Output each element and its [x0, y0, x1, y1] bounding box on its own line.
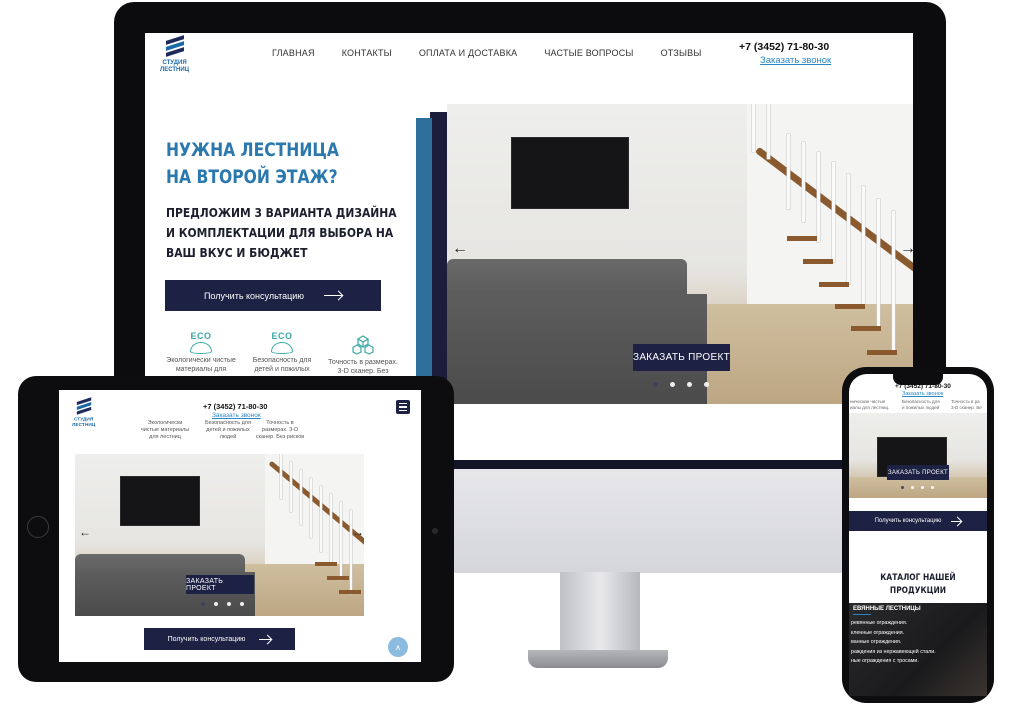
nav-home[interactable]: ГЛАВНАЯ — [272, 48, 315, 58]
feature-text: Безопасность для детей и пожилых — [252, 357, 312, 373]
eco-badge: ECO — [190, 331, 212, 341]
tablet-camera — [432, 528, 438, 534]
scroll-top-button[interactable]: ∧ — [388, 637, 408, 657]
phone-callback-link[interactable]: Заказать звонок — [902, 391, 943, 397]
tablet-feature-precision: Точность в размерах. 3-D сканер. Без рис… — [255, 420, 305, 440]
phone-feature-partial-left: нические чистые иалы для лестниц. — [850, 399, 890, 410]
cubes-icon — [352, 335, 374, 355]
hero-sub-line-3: ВАШ ВКУС И БЮДЖЕТ — [166, 245, 308, 260]
phone-slider-dots — [901, 486, 934, 489]
tablet-phone[interactable]: +7 (3452) 71-80-30 — [203, 402, 267, 411]
catalog-card-heading: ЕВЯННЫЕ ЛЕСТНИЦЫ — [853, 606, 921, 612]
callback-link[interactable]: Заказать звонок — [760, 55, 831, 66]
tv-image-detail — [511, 137, 629, 209]
slider-prev-arrow-icon[interactable]: ← — [452, 241, 468, 257]
tablet-order-project-button[interactable]: ЗАКАЗАТЬ ПРОЕКТ — [186, 575, 254, 594]
phone-header-phone[interactable]: +7 (3452) 71-80-30 — [895, 383, 951, 390]
eco-badge: ECO — [271, 331, 293, 341]
nav-reviews[interactable]: ОТЗЫВЫ — [661, 48, 702, 58]
hero-title: НУЖНА ЛЕСТНИЦА НА ВТОРОЙ ЭТАЖ? — [166, 137, 339, 191]
tablet-callback-link[interactable]: Заказать звонок — [212, 412, 261, 419]
hero-subtitle: ПРЕДЛОЖИМ 3 ВАРИАНТА ДИЗАЙНА И КОМПЛЕКТА… — [166, 203, 397, 263]
phone-feature-partial-mid: Безопасность для и пожилых людей — [902, 399, 940, 410]
consult-button[interactable]: Получить консультацию — [165, 280, 381, 311]
order-project-button[interactable]: ЗАКАЗАТЬ ПРОЕКТ — [633, 344, 730, 371]
feature-text: Экологически чистые материалы для — [166, 357, 236, 373]
catalog-item[interactable]: раждения из нержавеющей стали. — [851, 648, 936, 658]
header-phone[interactable]: +7 (3452) 71-80-30 — [739, 41, 829, 53]
tablet-logo[interactable]: СТУДИЯ ЛЕСТНИЦ — [72, 397, 96, 428]
catalog-item[interactable]: ные ограждения с тросами. — [851, 657, 936, 667]
catalog-item[interactable]: ревянные ограждения. — [851, 619, 936, 629]
slider-dot[interactable] — [670, 382, 675, 387]
feature-safety: ECO Безопасность для детей и пожилых — [248, 332, 316, 374]
arrow-right-icon — [259, 638, 272, 640]
slider-dot[interactable] — [911, 486, 914, 489]
tablet-slider-dots — [201, 602, 244, 606]
monitor-stand — [560, 572, 640, 652]
catalog-item[interactable]: кленные ограждения. — [851, 629, 936, 639]
consult-button-label: Получить консультацию — [874, 518, 942, 524]
tablet-consult-button[interactable]: Получить консультацию — [144, 628, 295, 650]
phone-feature-partial-right: Точность в ра 3-D сканер. Бе — [951, 399, 982, 410]
logo-mark-icon — [165, 35, 184, 58]
slider-dot[interactable] — [921, 486, 924, 489]
logo-text: СТУДИЯ ЛЕСТНИЦ — [72, 417, 96, 428]
logo-mark-icon — [76, 397, 91, 416]
nav-payment-delivery[interactable]: ОПЛАТА И ДОСТАВКА — [419, 48, 518, 58]
decor-bar-blue — [416, 118, 432, 380]
leaf-icon — [271, 342, 293, 354]
hero-title-line-2: НА ВТОРОЙ ЭТАЖ? — [166, 166, 338, 188]
device-mockup-stage: СТУДИЯ ЛЕСТНИЦ ГЛАВНАЯ КОНТАКТЫ ОПЛАТА И… — [0, 0, 1020, 715]
slider-dot[interactable] — [653, 382, 658, 387]
tablet-feature-eco: Экологически чистые материалы для лестни… — [140, 420, 190, 440]
slider-dot[interactable] — [227, 602, 231, 606]
hero-sub-line-2: И КОМПЛЕКТАЦИИ ДЛЯ ВЫБОРА НА — [166, 225, 394, 240]
main-nav: ГЛАВНАЯ КОНТАКТЫ ОПЛАТА И ДОСТАВКА ЧАСТЫ… — [272, 48, 702, 58]
hero-sub-line-1: ПРЕДЛОЖИМ 3 ВАРИАНТА ДИЗАЙНА — [166, 205, 397, 220]
phone-order-project-button[interactable]: ЗАКАЗАТЬ ПРОЕКТ — [887, 465, 949, 480]
tablet-slider-prev-icon[interactable]: ← — [79, 524, 91, 540]
slider-dot[interactable] — [901, 486, 904, 489]
slider-dot[interactable] — [704, 382, 709, 387]
desktop-logo[interactable]: СТУДИЯ ЛЕСТНИЦ — [160, 35, 190, 74]
arrow-right-icon — [951, 520, 962, 522]
slider-dot[interactable] — [214, 602, 218, 606]
slider-dot[interactable] — [201, 602, 205, 606]
slider-next-arrow-icon[interactable]: → — [900, 241, 916, 257]
nav-contacts[interactable]: КОНТАКТЫ — [342, 48, 392, 58]
catalog-item[interactable]: ванные ограждения. — [851, 638, 936, 648]
consult-button-label: Получить консультацию — [167, 635, 246, 643]
catalog-card-underline — [853, 614, 871, 615]
slider-dot[interactable] — [240, 602, 244, 606]
tablet-slider-next-icon[interactable]: → — [352, 524, 364, 540]
hero-title-line-1: НУЖНА ЛЕСТНИЦА — [166, 139, 339, 161]
feature-precision: Точность в размерах. 3-D сканер. Без — [324, 334, 402, 376]
slider-dots — [653, 382, 709, 387]
nav-faq[interactable]: ЧАСТЫЕ ВОПРОСЫ — [544, 48, 633, 58]
feature-text: Точность в размерах. 3-D сканер. Без — [328, 359, 398, 375]
tablet-home-button — [27, 516, 49, 538]
consult-button-label: Получить консультацию — [203, 290, 305, 301]
menu-hamburger-icon[interactable] — [396, 400, 410, 414]
monitor-stand-base — [528, 650, 668, 668]
arrow-right-icon — [324, 295, 343, 296]
leaf-icon — [190, 342, 212, 354]
phone-consult-button[interactable]: Получить консультацию — [849, 511, 987, 531]
feature-eco-materials: ECO Экологически чистые материалы для — [164, 332, 238, 374]
catalog-title: КАТАЛОГ НАШЕЙ ПРОДУКЦИИ — [880, 573, 956, 596]
slider-dot[interactable] — [931, 486, 934, 489]
slider-dot[interactable] — [687, 382, 692, 387]
logo-text: СТУДИЯ ЛЕСТНИЦ — [160, 60, 190, 73]
catalog-card-items: ревянные ограждения. кленные ограждения.… — [851, 619, 936, 667]
